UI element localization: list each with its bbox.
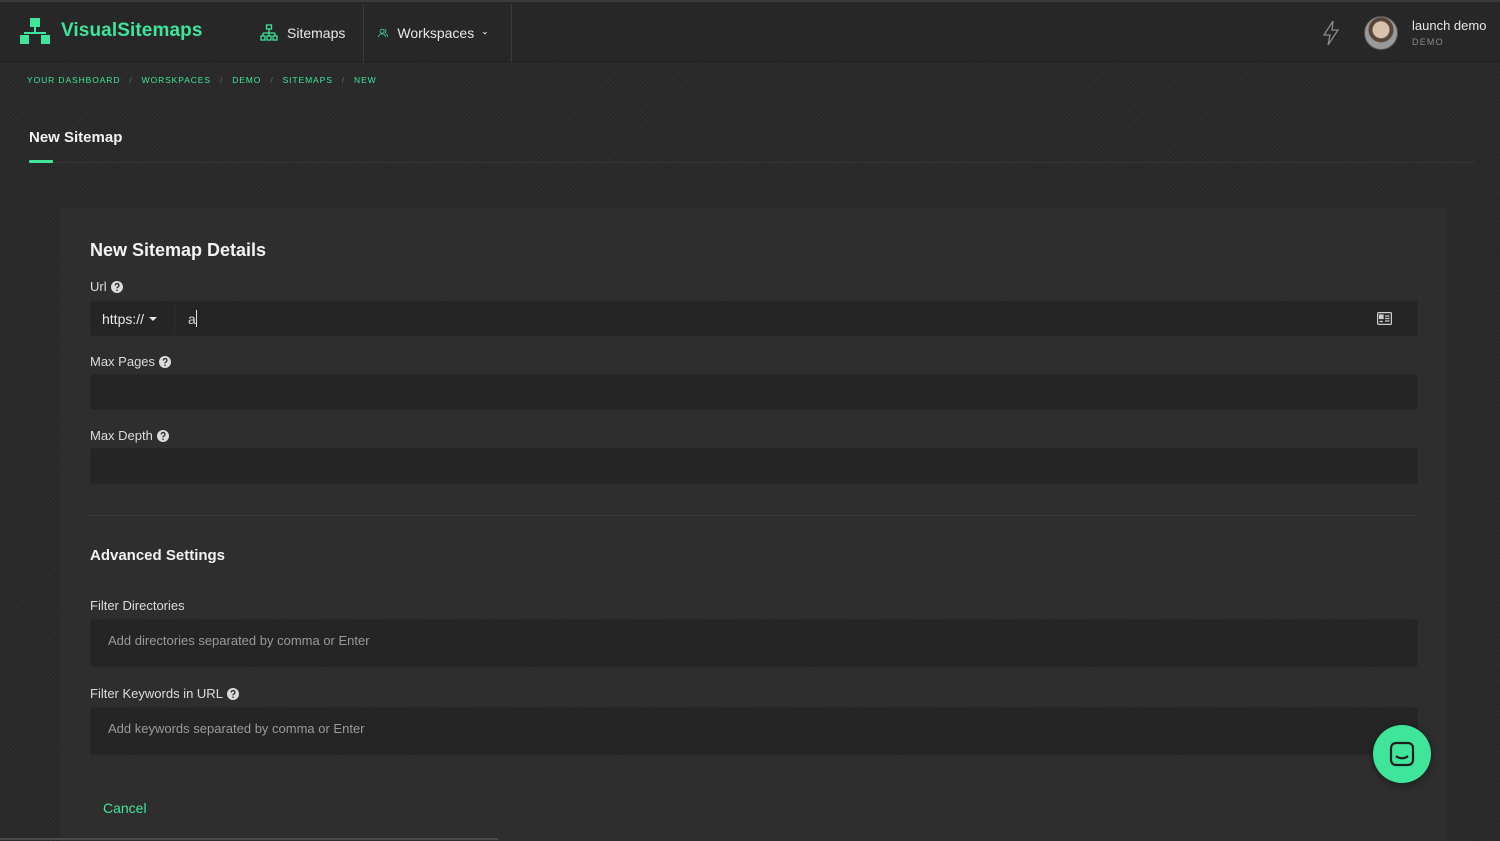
text-cursor [196,310,197,327]
breadcrumb-new: NEW [354,75,377,85]
tab-divider [29,162,1475,163]
brand-logo[interactable]: VisualSitemaps [20,18,203,44]
tab-new-sitemap[interactable]: New Sitemap [29,129,122,146]
breadcrumb-separator: / [129,75,133,85]
user-role: DEMO [1412,37,1444,47]
breadcrumb-separator: / [341,75,346,85]
breadcrumb-sitemaps[interactable]: SITEMAPS [283,75,333,85]
url-value[interactable]: a [188,311,196,327]
nav-sitemaps[interactable]: Sitemaps [260,4,365,62]
advanced-settings-title: Advanced Settings [90,547,226,564]
question-circle-icon[interactable] [156,429,169,442]
brand-name: VisualSitemaps [61,20,203,41]
max-pages-label: Max Pages [90,354,172,369]
avatar[interactable] [1364,16,1398,50]
protocol-select[interactable]: https:// [102,311,158,327]
nav-workspaces-label: Workspaces [397,25,475,41]
user-name[interactable]: launch demo [1412,18,1486,33]
chat-icon [1389,741,1415,767]
users-icon [378,28,389,38]
filter-keywords-placeholder: Add keywords separated by comma or Enter [108,721,365,736]
max-depth-input[interactable] [90,448,1418,484]
filter-directories-label-text: Filter Directories [90,598,185,613]
sitemap-tree-icon [260,24,278,41]
url-label: Url [90,279,123,294]
filter-keywords-label-text: Filter Keywords in URL [90,686,223,701]
max-pages-label-text: Max Pages [90,354,156,369]
filter-directories-placeholder: Add directories separated by comma or En… [108,633,370,648]
question-circle-icon[interactable] [226,687,239,700]
nav-workspaces[interactable]: Workspaces [378,4,512,62]
tab-active-indicator [29,160,53,163]
sitemap-logo-icon [20,18,50,44]
top-nav: VisualSitemaps Sitemaps Workspaces launc… [0,0,1500,62]
chevron-down-icon [483,31,488,35]
question-circle-icon[interactable] [110,280,123,293]
breadcrumb-separator: / [219,75,224,85]
breadcrumb-separator: / [270,75,274,85]
url-input[interactable] [90,301,1418,336]
nav-sitemaps-label: Sitemaps [287,25,346,41]
max-pages-input[interactable] [90,374,1418,410]
breadcrumb-workspaces[interactable]: WORSKPACES [142,75,211,85]
max-depth-label-text: Max Depth [90,428,153,443]
breadcrumb: YOUR DASHBOARD / WORSKPACES / DEMO / SIT… [27,75,377,85]
horizontal-scrollbar[interactable] [0,838,498,840]
address-card-icon[interactable] [1377,312,1392,325]
question-circle-icon[interactable] [159,355,172,368]
max-depth-label: Max Depth [90,428,169,443]
filter-directories-label: Filter Directories [90,598,185,613]
url-label-text: Url [90,279,107,294]
breadcrumb-demo[interactable]: DEMO [232,75,261,85]
cancel-button[interactable]: Cancel [103,800,147,816]
protocol-divider [174,304,175,333]
protocol-value: https:// [102,311,145,327]
section-divider [90,515,1418,516]
breadcrumb-dashboard[interactable]: YOUR DASHBOARD [27,75,120,85]
form-title: New Sitemap Details [90,240,267,260]
caret-down-icon [149,317,158,321]
filter-keywords-label: Filter Keywords in URL [90,686,239,701]
chat-button[interactable] [1373,725,1431,783]
lightning-icon[interactable] [1322,20,1340,46]
